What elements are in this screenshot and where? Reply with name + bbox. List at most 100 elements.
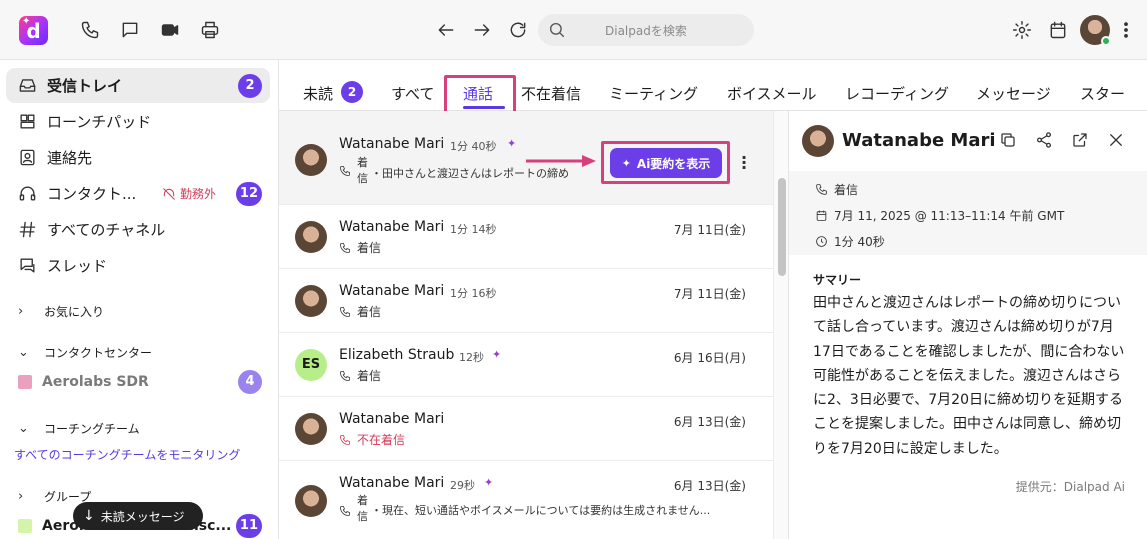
caller-avatar bbox=[295, 485, 327, 517]
sidebar-item-contact-center[interactable]: コンタクト... 勤務外 12 bbox=[6, 176, 270, 211]
search-icon bbox=[549, 22, 565, 38]
detail-header: Watanabe Mari bbox=[789, 111, 1147, 171]
incoming-call-icon bbox=[816, 184, 827, 195]
sidebar-item-all-channels[interactable]: すべてのチャネル bbox=[6, 212, 270, 247]
call-metadata: 着信 7月 11, 2025 @ 11:13–11:14 午前 GMT 1分 4… bbox=[789, 171, 1147, 255]
caller-avatar bbox=[295, 285, 327, 317]
calendar-icon[interactable] bbox=[1046, 18, 1070, 42]
color-square bbox=[18, 374, 32, 389]
caller-avatar bbox=[295, 413, 327, 445]
copy-icon[interactable] bbox=[999, 131, 1019, 151]
ai-sparkle-icon: ✦ bbox=[484, 476, 494, 489]
sidebar-item-threads[interactable]: スレッド bbox=[6, 248, 270, 283]
call-duration: 1分 16秒 bbox=[450, 287, 497, 300]
close-icon[interactable] bbox=[1107, 131, 1127, 151]
tab-missed-calls[interactable]: 不在着信 bbox=[521, 83, 581, 104]
refresh-icon[interactable] bbox=[506, 18, 530, 42]
call-type: 着信 bbox=[339, 303, 381, 320]
chevron-right-icon: › bbox=[18, 489, 24, 504]
sidebar: 受信トレイ 2 ローンチパッド 連絡先 コンタクト... 勤務外 12 すべての… bbox=[0, 60, 279, 539]
calendar-icon bbox=[816, 210, 827, 221]
share-icon[interactable] bbox=[1035, 131, 1055, 151]
tab-messages[interactable]: メッセージ bbox=[976, 83, 1051, 104]
sidebar-item-label: 受信トレイ bbox=[47, 77, 123, 95]
more-vertical-icon[interactable] bbox=[1114, 18, 1138, 42]
chevron-down-icon: ⌄ bbox=[18, 345, 29, 360]
inbox-count-badge: 2 bbox=[238, 74, 262, 98]
search-input[interactable]: Dialpadを検索 bbox=[538, 14, 754, 46]
monitor-coaching-teams-link[interactable]: すべてのコーチングチームをモニタリング bbox=[14, 446, 240, 463]
sidebar-item-launchpad[interactable]: ローンチパッド bbox=[6, 104, 270, 139]
call-row[interactable]: ES Elizabeth Straub 12秒 ✦ 6月 16日(月) 着信 bbox=[279, 333, 773, 397]
summary-heading: サマリー bbox=[813, 273, 862, 287]
sidebar-item-aerolabs-sdr[interactable]: Aerolabs SDR 4 bbox=[6, 364, 270, 399]
back-arrow-icon[interactable] bbox=[434, 18, 458, 42]
call-row[interactable]: Watanabe Mari 29秒 ✦ 6月 13日(金) 着 信 ・現在、短い… bbox=[279, 461, 773, 539]
tab-highlight-box bbox=[444, 75, 516, 115]
meta-duration: 1分 40秒 bbox=[815, 233, 885, 250]
sidebar-item-label: スレッド bbox=[47, 257, 108, 275]
video-icon[interactable] bbox=[158, 18, 182, 42]
caller-name: Watanabe Mari bbox=[339, 136, 445, 152]
summary-provider: 提供元：Dialpad Ai bbox=[1015, 480, 1125, 494]
unread-tab-badge: 2 bbox=[341, 81, 363, 103]
caller-name: Watanabe Mari bbox=[339, 283, 445, 299]
phone-icon[interactable] bbox=[78, 18, 102, 42]
section-favorites[interactable]: › お気に入り bbox=[18, 303, 104, 320]
missed-call-icon bbox=[340, 434, 350, 445]
call-type-label: 着 信 bbox=[357, 494, 368, 523]
tab-meetings[interactable]: ミーティング bbox=[609, 83, 698, 104]
call-date: 7月 11日(金) bbox=[673, 287, 746, 301]
sidebar-item-inbox[interactable]: 受信トレイ 2 bbox=[6, 68, 270, 103]
online-status-dot bbox=[1101, 36, 1111, 46]
tab-unread[interactable]: 未読 bbox=[303, 83, 333, 104]
threads-icon bbox=[20, 258, 35, 273]
dialpad-logo[interactable]: ✦ d bbox=[19, 16, 48, 45]
call-row[interactable]: Watanabe Mari 1分 16秒 7月 11日(金) 着信 bbox=[279, 269, 773, 333]
call-type: 着信 bbox=[339, 239, 381, 256]
user-avatar[interactable] bbox=[1080, 15, 1111, 46]
open-external-icon[interactable] bbox=[1071, 131, 1091, 151]
call-row[interactable]: Watanabe Mari 1分 14秒 7月 11日(金) 着信 bbox=[279, 205, 773, 269]
caller-avatar bbox=[295, 221, 327, 253]
call-duration: 1分 40秒 bbox=[450, 140, 497, 153]
call-duration: 12秒 bbox=[459, 351, 484, 364]
incoming-call-icon bbox=[340, 166, 350, 176]
sidebar-item-contacts[interactable]: 連絡先 bbox=[6, 140, 270, 175]
tab-recordings[interactable]: レコーディング bbox=[845, 83, 949, 104]
caller-initials-avatar: ES bbox=[295, 349, 327, 381]
ai-sparkle-icon: ✦ bbox=[492, 348, 502, 361]
more-options-icon[interactable]: · · · bbox=[741, 150, 747, 176]
contact-name[interactable]: Watanabe Mari bbox=[842, 130, 996, 151]
pointer-arrow-icon bbox=[526, 155, 596, 167]
arrow-down-icon: ↓ bbox=[83, 508, 95, 524]
call-type: 着信 bbox=[339, 367, 381, 384]
call-duration: 29秒 bbox=[450, 479, 475, 492]
caller-avatar bbox=[295, 144, 327, 176]
printer-icon[interactable] bbox=[198, 18, 222, 42]
inbox-icon bbox=[19, 79, 36, 92]
incoming-call-icon bbox=[340, 306, 350, 317]
tab-all[interactable]: すべて bbox=[391, 83, 434, 104]
sidebar-item-label: 連絡先 bbox=[47, 149, 93, 167]
call-date: 6月 13日(金) bbox=[673, 479, 746, 493]
scrollbar-thumb[interactable] bbox=[778, 178, 786, 276]
tab-voicemail[interactable]: ボイスメール bbox=[727, 83, 817, 104]
call-date: 7月 11日(金) bbox=[673, 223, 746, 237]
ai-button-highlight-box bbox=[601, 141, 730, 184]
call-list-scrollbar[interactable] bbox=[773, 111, 789, 539]
tab-starred[interactable]: スター bbox=[1080, 83, 1125, 104]
gear-icon[interactable] bbox=[1010, 18, 1034, 42]
chat-icon[interactable] bbox=[118, 18, 142, 42]
unread-messages-button[interactable]: ↓ 未読メッセージ bbox=[73, 502, 203, 530]
headset-icon bbox=[19, 186, 36, 201]
section-contact-center[interactable]: ⌄ コンタクトセンター bbox=[18, 344, 152, 361]
call-type-label: 着 信 bbox=[357, 156, 368, 185]
forward-arrow-icon[interactable] bbox=[470, 18, 494, 42]
call-row[interactable]: Watanabe Mari 6月 13日(金) 不在着信 bbox=[279, 397, 773, 461]
caller-name: Watanabe Mari bbox=[339, 219, 445, 235]
summary-preview: ・現在、短い通話やボイスメールについては要約は生成されません... bbox=[371, 504, 711, 517]
call-date: 6月 16日(月) bbox=[673, 351, 746, 365]
section-coaching-team[interactable]: ⌄ コーチングチーム bbox=[18, 420, 140, 437]
sidebar-item-label: ローンチパッド bbox=[47, 113, 152, 131]
